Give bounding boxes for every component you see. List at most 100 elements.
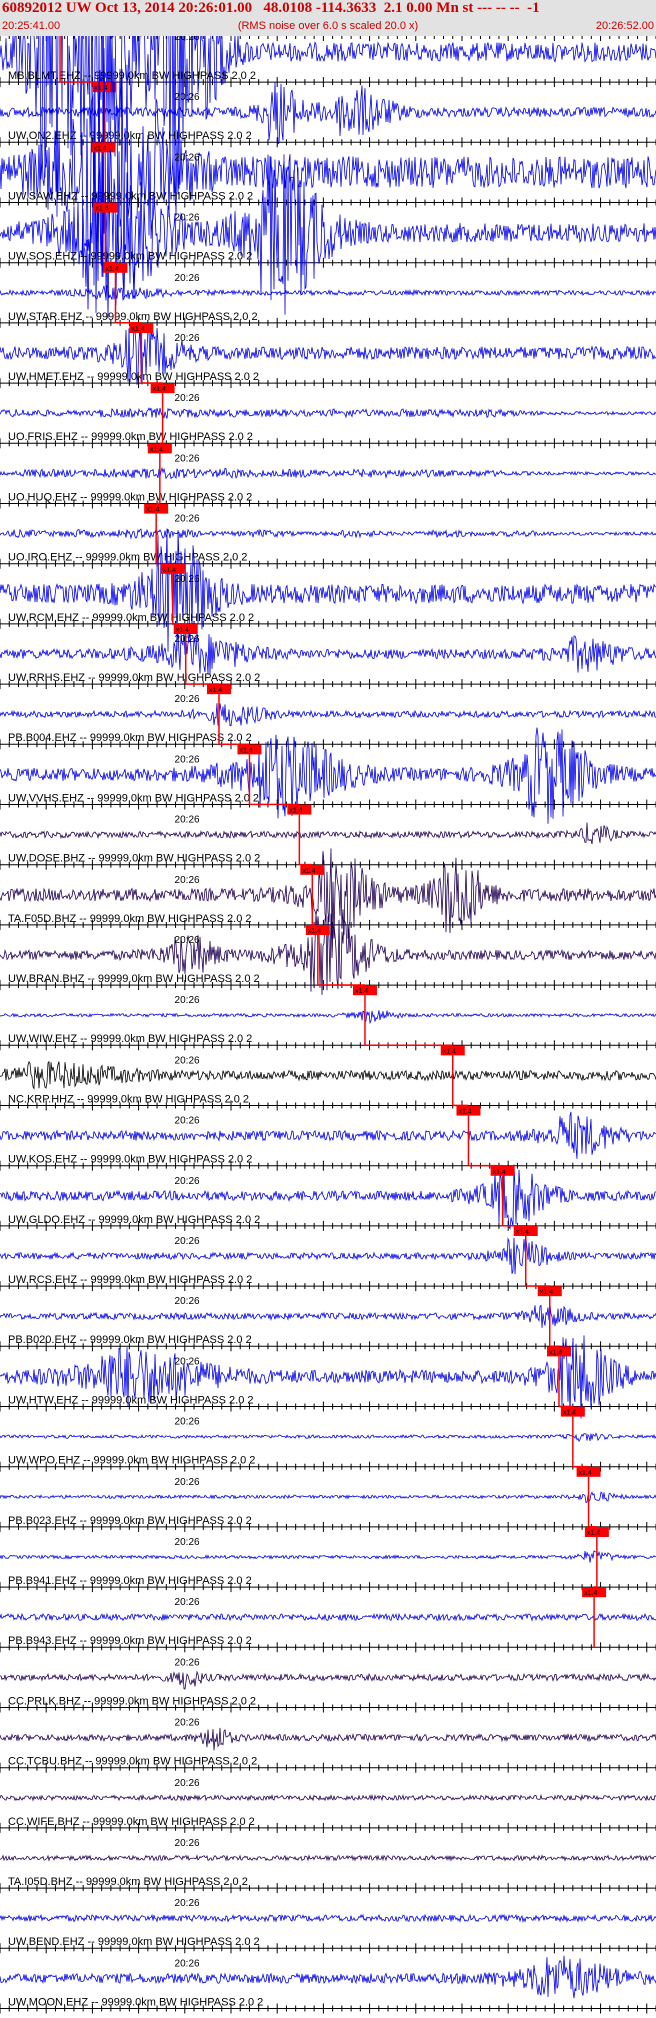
waveform-trace: [0, 284, 656, 302]
pick-label: x1.4: [153, 386, 166, 393]
station-label: UW.STAR.EHZ -- 99999.0km BW HIGHPASS 2.0…: [8, 311, 258, 323]
pick-label: x1.4: [239, 747, 252, 754]
header-bar: 60892012 UW Oct 13, 2014 20:26:01.00 48.…: [0, 0, 656, 36]
minute-label: 20:26: [175, 36, 200, 43]
station-label: UW.VVHS.EHZ -- 99999.0km BW HIGHPASS 2.0…: [8, 792, 259, 804]
pick-label: x1.4: [458, 1109, 471, 1116]
pick-label: x1.4: [493, 1169, 506, 1176]
station-label: UW.GLDO.EHZ -- 99999.0km BW HIGHPASS 2.0…: [8, 1214, 260, 1226]
waveform-trace: [0, 1854, 656, 1862]
pick-label: x1.4: [163, 567, 176, 574]
pick-label: x1.4: [176, 627, 189, 634]
minute-label: 20:26: [175, 634, 200, 645]
station-label: PB.B004.EHZ -- 99999.0km BW HIGHPASS 2.0…: [8, 732, 252, 744]
station-label: UW.RCS.EHZ -- 99999.0km BW HIGHPASS 2.0 …: [8, 1274, 252, 1286]
station-label: UW.WIW.EHZ -- 99999.0km BW HIGHPASS 2.0 …: [8, 1033, 252, 1045]
pick-label: x1.4: [94, 85, 107, 92]
station-label: PB.B943.EHZ -- 99999.0km BW HIGHPASS 2.0…: [8, 1635, 252, 1647]
end-time-label: 20:26:52.00: [595, 20, 654, 32]
minute-label: 20:26: [175, 574, 200, 585]
waveform-trace: [0, 1432, 656, 1443]
waveform-trace: [0, 1670, 656, 1690]
waveform-trace: [0, 822, 656, 845]
minute-label: 20:26: [175, 1778, 200, 1789]
waveform-trace: [0, 1793, 656, 1802]
minute-label: 20:26: [175, 1537, 200, 1548]
minute-label: 20:26: [175, 1055, 200, 1066]
waveform-trace: [0, 1550, 656, 1563]
minute-label: 20:26: [175, 1236, 200, 1247]
pick-label: x1.4: [355, 988, 368, 995]
minute-label: 20:26: [175, 1116, 200, 1127]
waveform-trace: [0, 632, 656, 675]
minute-label: 20:26: [175, 1657, 200, 1668]
minute-label: 20:26: [175, 1718, 200, 1729]
waveform-trace: [0, 1111, 656, 1159]
minute-label: 20:26: [175, 1477, 200, 1488]
pick-label: x1.4: [443, 1048, 456, 1055]
station-label: PB.B941.EHZ -- 99999.0km BW HIGHPASS 2.0…: [8, 1575, 252, 1587]
station-label: NC.KRP.HHZ -- 99999.0km BW HIGHPASS 2.0 …: [8, 1093, 249, 1105]
station-label: UW.SOS.EHZ -- 99999.0km BW HIGHPASS 2.0 …: [8, 251, 252, 263]
event-title: 60892012 UW Oct 13, 2014 20:26:01.00 48.…: [2, 0, 540, 16]
pick-label: x1.4: [150, 446, 163, 453]
station-label: CC.TCBU.BHZ -- 99999.0km BW HIGHPASS 2.0…: [8, 1756, 257, 1768]
station-label: UW.DOSE.BHZ -- 99999.0km BW HIGHPASS 2.0…: [8, 853, 260, 865]
pick-label: x1.4: [587, 1530, 600, 1537]
waveform-trace: [0, 1491, 656, 1504]
station-label: CC.PRLK.BHZ -- 99999.0km BW HIGHPASS 2.0…: [8, 1695, 256, 1707]
pick-label: x1.4: [289, 808, 302, 815]
waveform-trace: [0, 528, 656, 540]
pick-label: x1.4: [105, 266, 118, 273]
waveform-trace: [0, 407, 656, 419]
minute-label: 20:26: [175, 1838, 200, 1849]
station-label: UO.IRO.EHZ -- 99999.0km BW HIGHPASS 2.0 …: [8, 552, 247, 564]
pick-label: x1.4: [549, 1349, 562, 1356]
minute-label: 20:26: [175, 273, 200, 284]
minute-label: 20:26: [175, 152, 200, 163]
waveform-trace: [0, 1955, 656, 1999]
waveform-trace: [0, 528, 656, 652]
station-label: UW.HTW.EHZ -- 99999.0km BW HIGHPASS 2.0 …: [8, 1394, 254, 1406]
waveform-trace: [0, 1612, 656, 1622]
waveform-trace: [0, 1727, 656, 1751]
pick-label: x1.4: [563, 1410, 576, 1417]
waveform-trace: [0, 703, 656, 727]
seismogram-plot: 20:26 MB.BLMT.EHZ -- 99999.0km BW HIGHPAS…: [0, 36, 656, 2014]
station-label: PB.B020.EHZ -- 99999.0km BW HIGHPASS 2.0…: [8, 1334, 252, 1346]
minute-label: 20:26: [175, 815, 200, 826]
station-label: UW.BEND.EHZ -- 99999.0km BW HIGHPASS 2.0…: [8, 1936, 260, 1948]
minute-label: 20:26: [175, 694, 200, 705]
minute-label: 20:26: [175, 333, 200, 344]
pick-label: x1.4: [302, 868, 315, 875]
pick-label: x1.4: [308, 928, 321, 935]
minute-label: 20:26: [175, 1296, 200, 1307]
waveform-trace: [0, 1237, 656, 1275]
pick-label: x1.4: [131, 326, 144, 333]
station-label: TA.F05D.BHZ -- 99999.0km BW HIGHPASS 2.0…: [8, 913, 252, 925]
rms-subtitle: (RMS noise over 6.0 s scaled 20.0 x): [237, 20, 419, 32]
minute-label: 20:26: [175, 514, 200, 525]
minute-label: 20:26: [175, 1176, 200, 1187]
minute-label: 20:26: [175, 1958, 200, 1969]
minute-label: 20:26: [175, 393, 200, 404]
station-label: TA.I05D.BHZ -- 99999.0km BW HIGHPASS 2.0…: [8, 1876, 248, 1888]
minute-label: 20:26: [175, 453, 200, 464]
station-label: PB.B023.EHZ -- 99999.0km BW HIGHPASS 2.0…: [8, 1515, 252, 1527]
waveform-trace: [0, 1010, 656, 1025]
station-label: UO.HUQ.EHZ -- 99999.0km BW HIGHPASS 2.0 …: [8, 491, 252, 503]
pick-label: x1.4: [146, 507, 159, 514]
pick-label: x1.4: [516, 1229, 529, 1236]
pick-label: x1.4: [584, 1590, 597, 1597]
minute-label: 20:26: [175, 1356, 200, 1367]
minute-label: 20:26: [175, 1417, 200, 1428]
pick-label: x1.4: [540, 1289, 553, 1296]
waveform-trace: [0, 1304, 656, 1328]
waveform-trace: [0, 1913, 656, 1923]
pick-label: x1.4: [95, 206, 108, 213]
station-label: UW.WPO.EHZ -- 99999.0km BW HIGHPASS 2.0 …: [8, 1455, 255, 1467]
station-label: UW.RRHS.EHZ -- 99999.0km BW HIGHPASS 2.0…: [8, 672, 260, 684]
minute-label: 20:26: [175, 995, 200, 1006]
waveform-trace: [0, 1060, 656, 1090]
pick-label: x1.4: [93, 145, 106, 152]
